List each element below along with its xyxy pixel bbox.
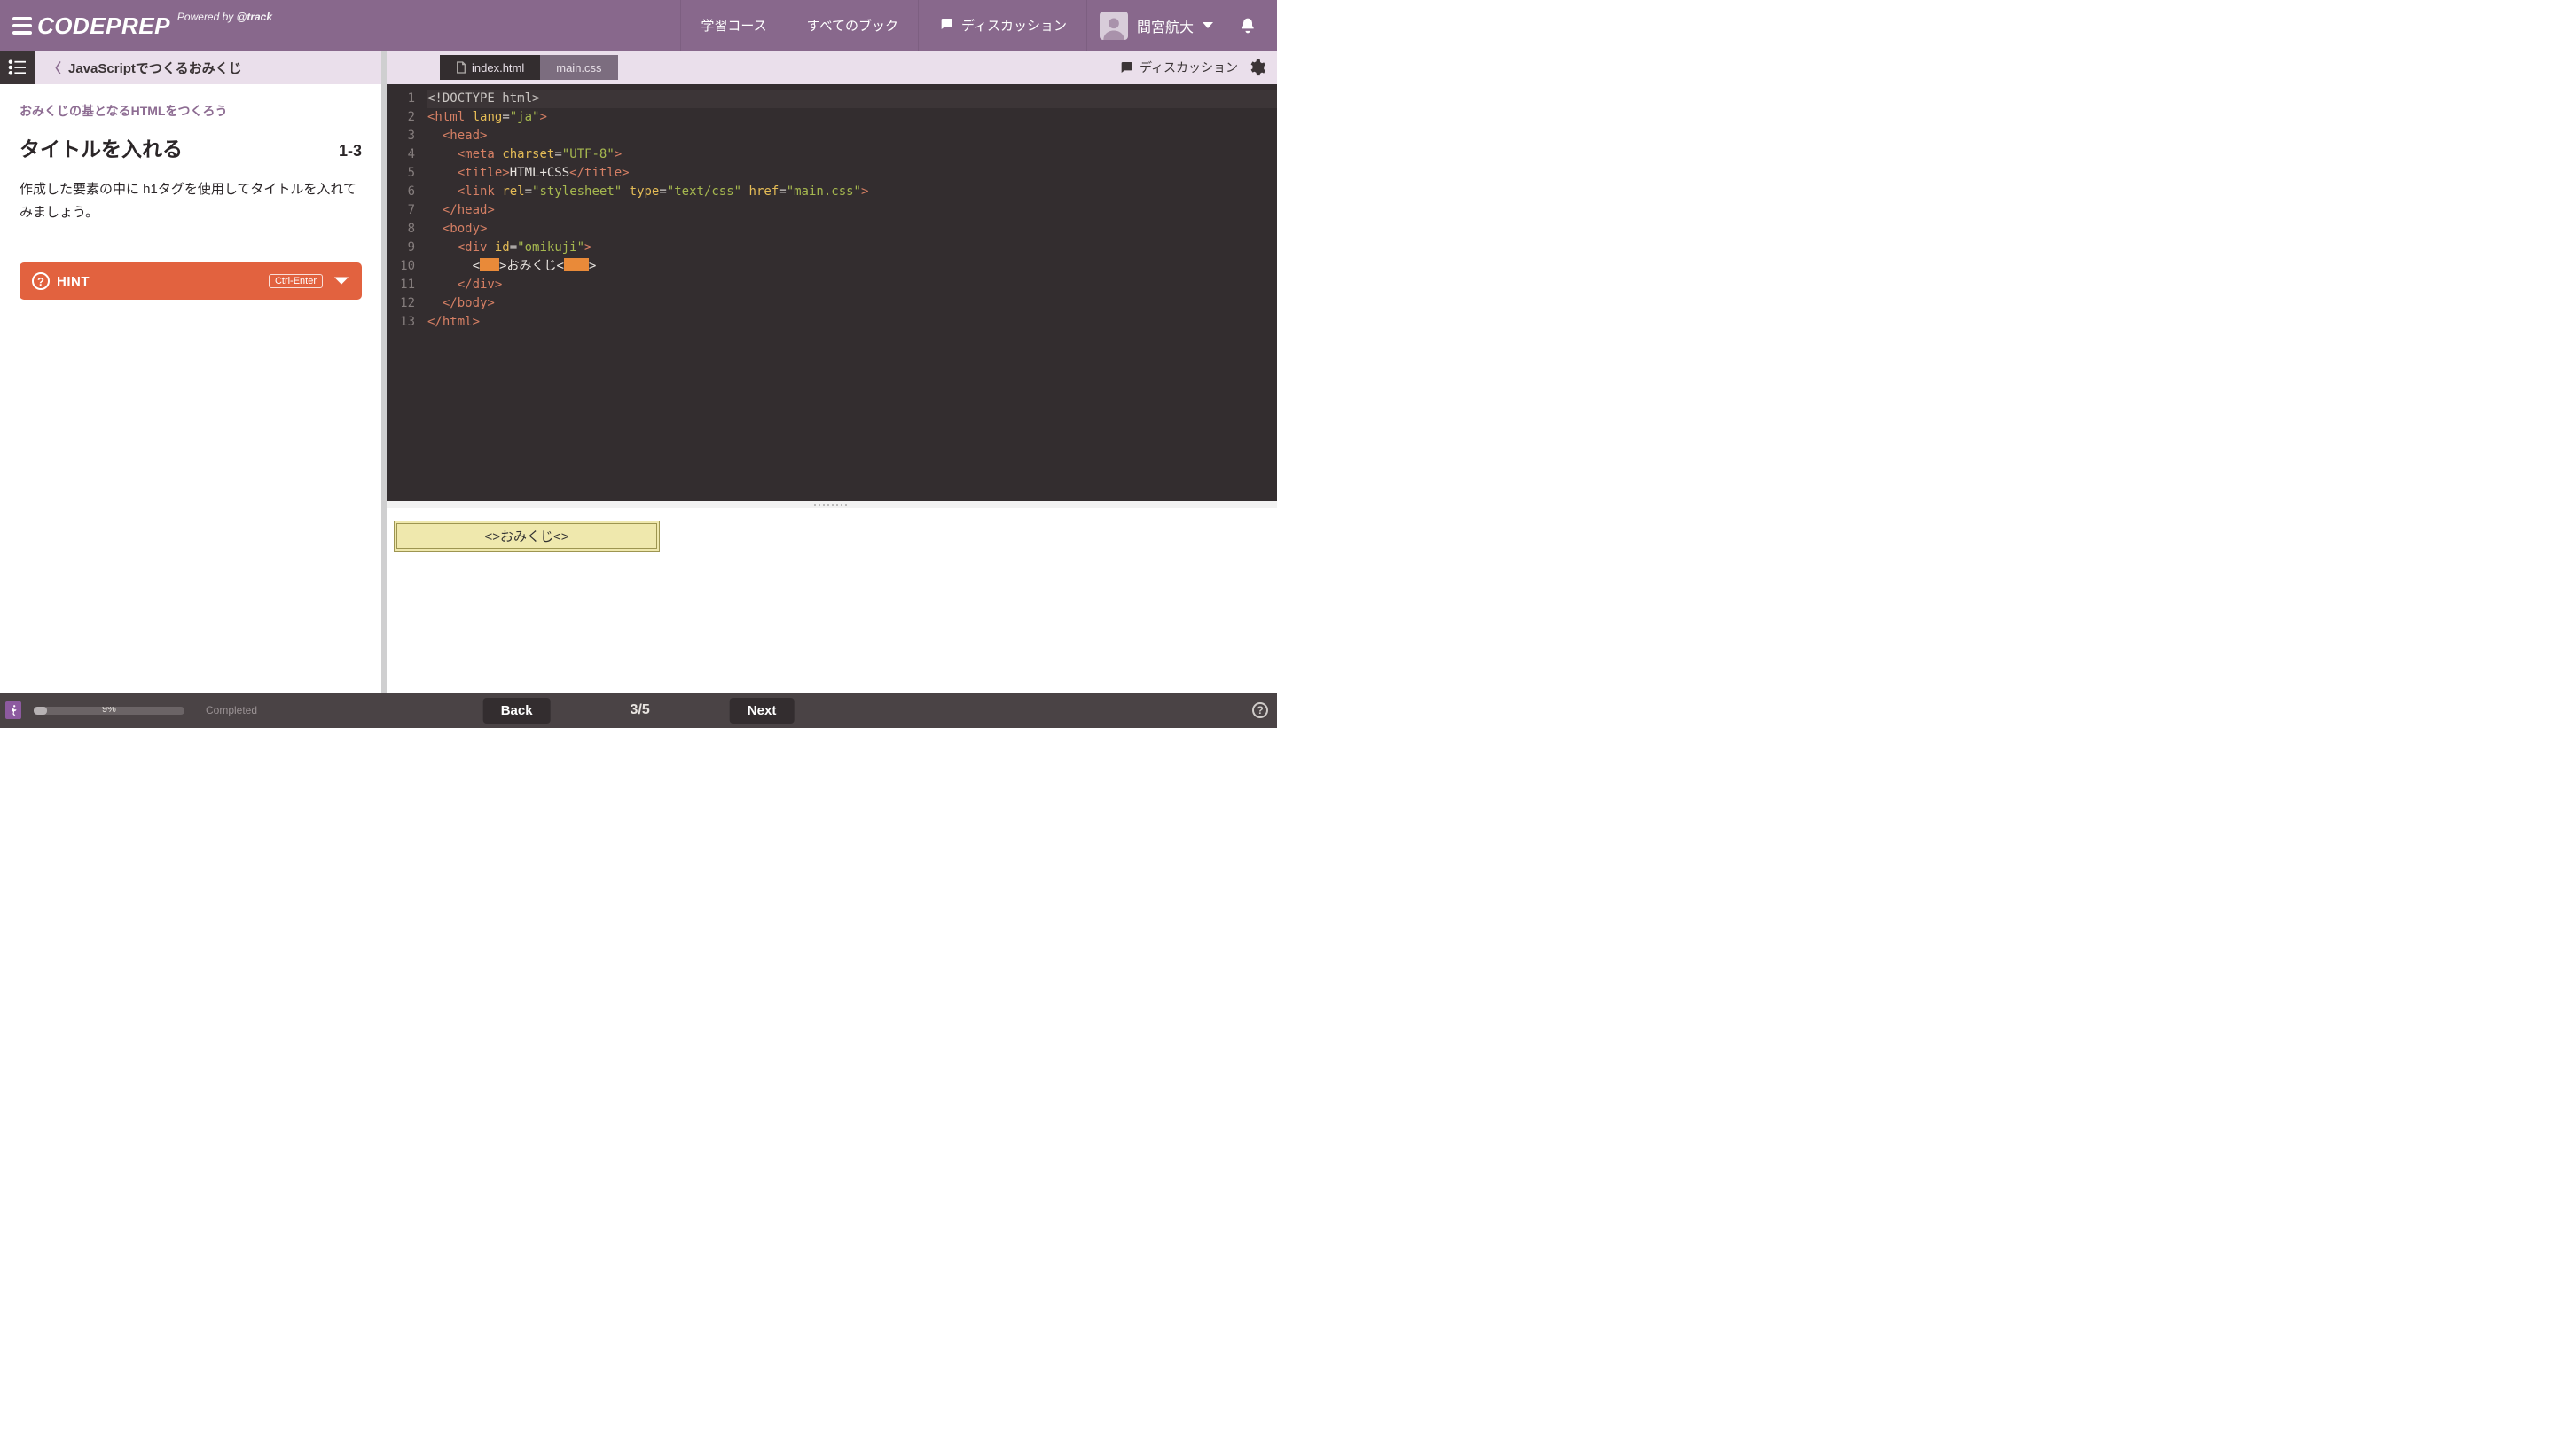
footer-bar: 9% Completed Back 3/5 Next ? xyxy=(0,693,1277,728)
tab-main-css[interactable]: main.css xyxy=(540,55,617,80)
preview-pane: <>おみくじ<> xyxy=(387,508,1277,693)
brand-text: CODEPREP xyxy=(37,12,170,40)
hint-label: HINT xyxy=(57,274,90,289)
logo-stripes-icon xyxy=(12,17,32,35)
nav-courses[interactable]: 学習コース xyxy=(680,0,786,51)
top-bar: CODEPREP Powered by @track 学習コース すべてのブック… xyxy=(0,0,1277,51)
user-name: 間宮航大 xyxy=(1137,15,1194,36)
lesson-description: 作成した要素の中に h1タグを使用してタイトルを入れてみましょう。 xyxy=(20,178,362,223)
preview-omikuji-box: <>おみくじ<> xyxy=(394,521,660,552)
lesson-panel: 〈 JavaScriptでつくるおみくじ おみくじの基となるHTMLをつくろう … xyxy=(0,51,387,693)
menu-list-icon xyxy=(8,59,27,75)
hint-shortcut: Ctrl-Enter xyxy=(269,274,323,288)
avatar-icon xyxy=(1100,12,1128,40)
completed-label: Completed xyxy=(206,704,257,716)
hint-button[interactable]: ? HINT Ctrl-Enter xyxy=(20,262,362,300)
code-content[interactable]: <!DOCTYPE html><html lang="ja"> <head> <… xyxy=(422,84,1277,501)
user-menu[interactable]: 間宮航大 xyxy=(1086,0,1226,51)
discussion-link[interactable]: ディスカッション xyxy=(1118,59,1238,76)
chat-icon xyxy=(1118,60,1134,74)
code-blank[interactable] xyxy=(480,258,499,271)
chapter-label: おみくじの基となるHTMLをつくろう xyxy=(20,102,362,120)
editor-toolbar: index.html main.css ディスカッション xyxy=(387,51,1277,84)
question-icon: ? xyxy=(32,272,50,290)
back-button[interactable]: Back xyxy=(483,698,551,724)
lesson-menu-button[interactable] xyxy=(0,51,35,84)
breadcrumb[interactable]: 〈 JavaScriptでつくるおみくじ xyxy=(35,59,255,77)
powered-by: Powered by @track xyxy=(177,11,272,23)
page-indicator: 3/5 xyxy=(631,702,650,718)
progress-percent: 9% xyxy=(102,707,116,715)
chevron-down-icon xyxy=(333,276,349,286)
nav-books[interactable]: すべてのブック xyxy=(787,0,918,51)
chat-icon xyxy=(938,17,954,35)
runner-icon xyxy=(5,701,21,719)
gear-icon[interactable] xyxy=(1247,58,1266,77)
nav-discussion[interactable]: ディスカッション xyxy=(918,0,1086,51)
tab-index-html[interactable]: index.html xyxy=(440,55,540,80)
code-editor[interactable]: 12345678910111213 <!DOCTYPE html><html l… xyxy=(387,84,1277,501)
top-nav: 学習コース すべてのブック ディスカッション 間宮航大 xyxy=(680,0,1268,51)
help-button[interactable]: ? xyxy=(1252,702,1268,718)
caret-down-icon xyxy=(1203,22,1213,28)
notifications-button[interactable] xyxy=(1226,0,1268,51)
lesson-number: 1-3 xyxy=(339,142,362,160)
bell-icon xyxy=(1239,17,1257,35)
horizontal-splitter[interactable] xyxy=(387,501,1277,508)
logo[interactable]: CODEPREP Powered by @track xyxy=(12,11,272,40)
code-blank[interactable] xyxy=(564,258,589,271)
chevron-left-icon: 〈 xyxy=(48,59,61,77)
breadcrumb-title: JavaScriptでつくるおみくじ xyxy=(68,59,242,77)
progress-bar: 9% xyxy=(34,707,184,715)
line-gutter: 12345678910111213 xyxy=(387,84,422,501)
next-button[interactable]: Next xyxy=(730,698,795,724)
file-icon xyxy=(456,61,466,74)
lesson-title: タイトルを入れる xyxy=(20,132,183,162)
